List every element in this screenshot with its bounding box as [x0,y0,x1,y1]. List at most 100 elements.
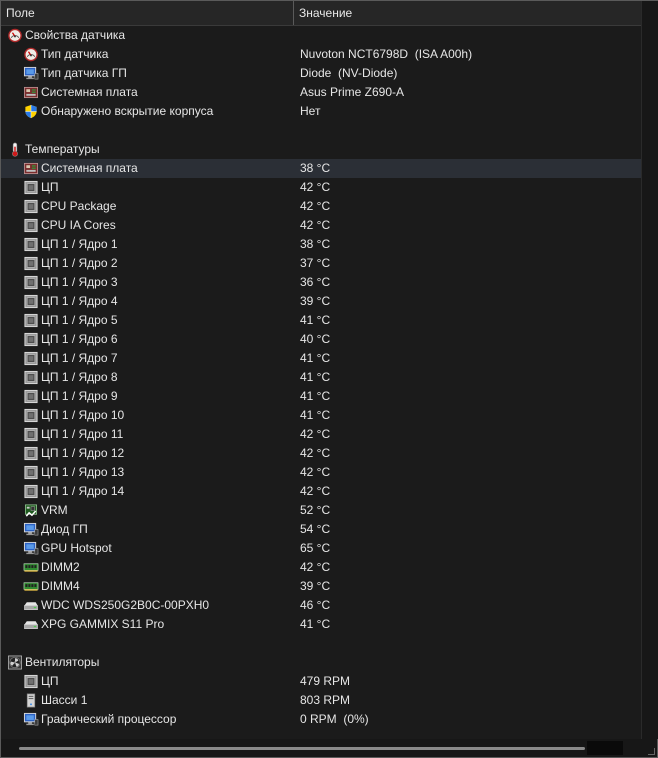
spacer-row [1,634,641,653]
field-value: 52 °C [300,503,331,517]
field-label: ЦП 1 / Ядро 8 [41,370,118,384]
drive-icon [23,617,39,632]
memory-icon [23,579,39,594]
field-label: DIMM2 [41,560,80,574]
shield-icon [23,104,39,119]
sensor-row[interactable]: ЦП 1 / Ядро 13 42 °C [1,463,641,482]
sensor-row[interactable]: DIMM4 39 °C [1,577,641,596]
section-title: Температуры [25,142,100,156]
cpu-icon [23,465,39,480]
field-label: ЦП 1 / Ядро 1 [41,237,118,251]
cpu-icon [23,218,39,233]
sensor-row[interactable]: DIMM2 42 °C [1,558,641,577]
cpu-icon [23,256,39,271]
cpu-icon [23,180,39,195]
field-value: 41 °C [300,370,331,384]
cpu-icon [23,275,39,290]
field-value: Diode (NV-Diode) [300,66,398,80]
sensor-list[interactable]: Свойства датчика Тип датчика Nuvoton NCT67… [1,26,641,738]
field-label: ЦП 1 / Ядро 3 [41,275,118,289]
cpu-icon [23,484,39,499]
sensor-row[interactable]: ЦП 1 / Ядро 9 41 °C [1,387,641,406]
sensor-row[interactable]: ЦП 479 RPM [1,672,641,691]
fan-icon [7,655,23,670]
sensor-row[interactable]: GPU Hotspot 65 °C [1,539,641,558]
field-value: 54 °C [300,522,331,536]
sensor-row[interactable]: Диод ГП 54 °C [1,520,641,539]
sensor-row[interactable]: ЦП 1 / Ядро 5 41 °C [1,311,641,330]
field-label: GPU Hotspot [41,541,112,555]
section-title: Вентиляторы [25,655,100,669]
sensor-row[interactable]: ЦП 1 / Ядро 2 37 °C [1,254,641,273]
spacer-row [1,121,641,140]
vertical-scroll-thumb[interactable] [646,23,653,323]
sensor-row[interactable]: ЦП 1 / Ядро 1 38 °C [1,235,641,254]
section-row[interactable]: Свойства датчика [1,26,641,45]
horizontal-scroll-thumb[interactable] [19,747,585,750]
field-label: Системная плата [41,85,138,99]
monitor-icon [23,712,39,727]
sensor-row[interactable]: Системная плата 38 °C [1,159,641,178]
field-value: 38 °C [300,161,331,175]
sensor-row[interactable]: ЦП 1 / Ядро 8 41 °C [1,368,641,387]
cpu-icon [23,199,39,214]
field-label: Диод ГП [41,522,88,536]
sensor-row[interactable]: VRM 52 °C [1,501,641,520]
sensor-row[interactable]: WDC WDS250G2B0C-00PXH0 46 °C [1,596,641,615]
memory-icon [23,560,39,575]
field-value: 39 °C [300,579,331,593]
field-value: 65 °C [300,541,331,555]
sensor-row[interactable]: ЦП 1 / Ядро 4 39 °C [1,292,641,311]
sensor-row[interactable]: ЦП 1 / Ядро 6 40 °C [1,330,641,349]
sensor-row[interactable]: Шасси 1 803 RPM [1,691,641,710]
field-value: 36 °C [300,275,331,289]
sensor-row[interactable]: Графический процессор 0 RPM (0%) [1,710,641,729]
field-label: ЦП 1 / Ядро 5 [41,313,118,327]
section-row[interactable]: Температуры [1,140,641,159]
section-title: Свойства датчика [25,28,126,42]
field-value: Asus Prime Z690-A [300,85,405,99]
sensor-row[interactable]: ЦП 1 / Ядро 3 36 °C [1,273,641,292]
field-value: 41 °C [300,617,331,631]
field-value: 42 °C [300,427,331,441]
field-label: Тип датчика [41,47,109,61]
column-header-field[interactable]: Поле [1,1,293,25]
field-value: 40 °C [300,332,331,346]
column-header-value[interactable]: Значение [293,1,641,25]
field-value: 41 °C [300,351,331,365]
resize-grip-icon[interactable] [648,748,655,755]
field-label: ЦП 1 / Ядро 12 [41,446,125,460]
sensor-row[interactable]: ЦП 1 / Ядро 14 42 °C [1,482,641,501]
cpu-icon [23,294,39,309]
sensor-window: Поле Значение Свойства датчика Тип датчик… [0,0,658,758]
sensor-row[interactable]: ЦП 1 / Ядро 7 41 °C [1,349,641,368]
sensor-row[interactable]: ЦП 42 °C [1,178,641,197]
vertical-scrollbar[interactable] [641,1,658,739]
field-value: 803 RPM [300,693,351,707]
sensor-row[interactable]: Тип датчика Nuvoton NCT6798D (ISA A00h) [1,45,641,64]
sensor-row[interactable]: XPG GAMMIX S11 Pro 41 °C [1,615,641,634]
sensor-row[interactable]: Тип датчика ГП Diode (NV-Diode) [1,64,641,83]
thermometer-icon [7,142,23,157]
sensor-row[interactable]: ЦП 1 / Ядро 12 42 °C [1,444,641,463]
sensor-row[interactable]: CPU IA Cores 42 °C [1,216,641,235]
motherboard-icon [23,85,39,100]
sensor-row[interactable]: ЦП 1 / Ядро 10 41 °C [1,406,641,425]
field-value: 0 RPM (0%) [300,712,369,726]
cpu-icon [23,313,39,328]
horizontal-scrollbar[interactable] [1,739,641,757]
field-label: CPU IA Cores [41,218,116,232]
case-icon [23,693,39,708]
sensor-row[interactable]: ЦП 1 / Ядро 11 42 °C [1,425,641,444]
field-label: ЦП 1 / Ядро 11 [41,427,124,441]
field-value: 41 °C [300,313,331,327]
drive-icon [23,598,39,613]
sensor-row[interactable]: CPU Package 42 °C [1,197,641,216]
section-row[interactable]: Вентиляторы [1,653,641,672]
motherboard-icon [23,161,39,176]
scroll-corner [641,739,657,757]
sensor-row[interactable]: Системная плата Asus Prime Z690-A [1,83,641,102]
sensor-row[interactable]: Обнаружено вскрытие корпуса Нет [1,102,641,121]
field-label: ЦП 1 / Ядро 10 [41,408,125,422]
field-label: Тип датчика ГП [41,66,127,80]
